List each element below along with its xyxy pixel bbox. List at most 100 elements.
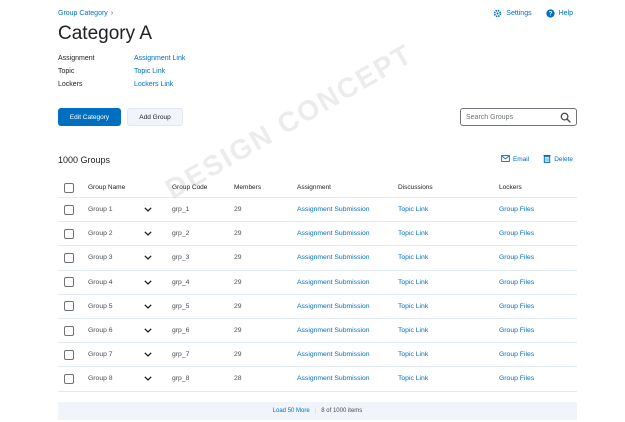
locker-link[interactable]: Group Files: [499, 206, 577, 213]
search-icon[interactable]: [560, 112, 571, 125]
edit-category-button[interactable]: Edit Category: [58, 108, 121, 126]
assignment-link[interactable]: Assignment Submission: [297, 375, 398, 382]
group-members: 29: [234, 230, 242, 238]
col-header-assignment: Assignment: [297, 184, 331, 191]
locker-link[interactable]: Group Files: [499, 351, 577, 358]
chevron-down-icon[interactable]: [144, 304, 172, 309]
group-name: Group 3: [88, 254, 113, 262]
table-row: Group 1 grp_1 29 Assignment Submission T…: [58, 198, 577, 223]
discussion-link[interactable]: Topic Link: [398, 206, 499, 213]
group-code: grp_5: [172, 302, 190, 310]
discussion-link[interactable]: Topic Link: [398, 303, 499, 310]
discussion-link[interactable]: Topic Link: [398, 254, 499, 261]
select-all-checkbox[interactable]: [64, 182, 74, 193]
row-checkbox[interactable]: [64, 373, 74, 384]
chevron-right-icon: ›: [110, 10, 114, 17]
chevron-down-icon[interactable]: [144, 207, 172, 213]
assignment-link[interactable]: Assignment Submission: [297, 230, 398, 237]
chevron-down-icon[interactable]: [144, 279, 172, 285]
row-select-cell: [58, 373, 88, 384]
meta-link-assignment[interactable]: Assignment Link: [134, 55, 185, 62]
group-name: Group 7: [88, 351, 113, 359]
discussion-link[interactable]: Topic Link: [398, 375, 499, 382]
chevron-down-icon[interactable]: [144, 376, 172, 382]
discussion-link[interactable]: Topic Link: [398, 230, 499, 237]
email-button[interactable]: Email: [501, 154, 529, 165]
col-header-name: Group Name: [88, 184, 126, 191]
assignment-link[interactable]: Assignment Submission: [297, 303, 398, 310]
settings-link[interactable]: Settings: [493, 9, 532, 18]
group-code: grp_3: [172, 254, 190, 262]
group-code: grp_7: [172, 351, 190, 359]
help-icon: ?: [545, 9, 555, 18]
group-code: grp_2: [172, 230, 190, 238]
group-code: grp_8: [172, 375, 190, 383]
row-select-cell: [58, 204, 88, 215]
assignment-link[interactable]: Assignment Submission: [297, 206, 398, 213]
breadcrumb: Group Category ›: [58, 10, 113, 17]
chevron-down-icon[interactable]: [144, 352, 172, 358]
groups-table: Group Name Group Code Members Assignment…: [58, 178, 577, 392]
search-input[interactable]: Search Groups: [460, 108, 577, 126]
group-members: 29: [234, 278, 242, 286]
chevron-down-icon[interactable]: [144, 328, 172, 333]
chevron-down-icon[interactable]: [144, 255, 172, 261]
load-more-button[interactable]: Load 50 More: [273, 408, 310, 414]
group-members: 29: [234, 302, 242, 310]
row-checkbox[interactable]: [64, 204, 74, 215]
locker-link[interactable]: Group Files: [499, 327, 577, 334]
assignment-link[interactable]: Assignment Submission: [297, 351, 398, 358]
group-code: grp_4: [172, 278, 190, 286]
group-members: 29: [234, 351, 242, 359]
discussion-link[interactable]: Topic Link: [398, 327, 499, 334]
group-members: 29: [234, 254, 242, 262]
assignment-link[interactable]: Assignment Submission: [297, 254, 398, 261]
group-members: 29: [234, 327, 242, 335]
email-icon: [501, 155, 510, 164]
row-select-cell: [58, 325, 88, 336]
table-row: Group 7 grp_7 29 Assignment Submission T…: [58, 343, 577, 368]
locker-link[interactable]: Group Files: [499, 230, 577, 237]
select-all-cell: [58, 182, 88, 193]
meta-link-topic[interactable]: Topic Link: [134, 68, 165, 75]
group-name: Group 8: [88, 375, 113, 383]
group-count: 1000 Groups: [58, 155, 111, 165]
assignment-link[interactable]: Assignment Submission: [297, 279, 398, 286]
discussion-link[interactable]: Topic Link: [398, 351, 499, 358]
delete-button[interactable]: Delete: [543, 154, 573, 165]
locker-link[interactable]: Group Files: [499, 303, 577, 310]
group-name: Group 6: [88, 327, 113, 335]
discussion-link[interactable]: Topic Link: [398, 279, 499, 286]
locker-link[interactable]: Group Files: [499, 279, 577, 286]
top-right-toolbar: Settings ? Help: [493, 9, 573, 18]
table-row: Group 4 grp_4 29 Assignment Submission T…: [58, 271, 577, 295]
locker-link[interactable]: Group Files: [499, 375, 577, 382]
delete-label: Delete: [554, 156, 573, 163]
locker-link[interactable]: Group Files: [499, 254, 577, 261]
row-checkbox[interactable]: [64, 349, 74, 360]
row-checkbox[interactable]: [64, 228, 74, 239]
category-meta: Assignment Assignment Link Topic Topic L…: [58, 52, 185, 91]
svg-text:?: ?: [548, 11, 552, 18]
group-members: 28: [234, 375, 242, 383]
row-checkbox[interactable]: [64, 277, 74, 288]
col-header-discussions: Discussions: [398, 184, 433, 191]
email-label: Email: [512, 156, 530, 163]
help-link[interactable]: ? Help: [545, 9, 573, 18]
meta-key: Topic: [58, 68, 75, 75]
row-select-cell: [58, 252, 88, 263]
group-code: grp_6: [172, 327, 190, 335]
group-name: Group 5: [88, 302, 113, 310]
search-placeholder: Search Groups: [466, 113, 514, 121]
breadcrumb-link-group-category[interactable]: Group Category: [58, 10, 108, 17]
assignment-link[interactable]: Assignment Submission: [297, 327, 398, 334]
item-status: 8 of 1000 items: [321, 408, 363, 414]
row-checkbox[interactable]: [64, 252, 74, 263]
col-header-members: Members: [234, 184, 262, 191]
chevron-down-icon[interactable]: [144, 231, 172, 237]
row-checkbox[interactable]: [64, 301, 74, 312]
row-checkbox[interactable]: [64, 325, 74, 336]
meta-link-lockers[interactable]: Lockers Link: [134, 81, 173, 88]
meta-key: Assignment: [58, 55, 95, 62]
add-group-button[interactable]: Add Group: [127, 108, 183, 126]
